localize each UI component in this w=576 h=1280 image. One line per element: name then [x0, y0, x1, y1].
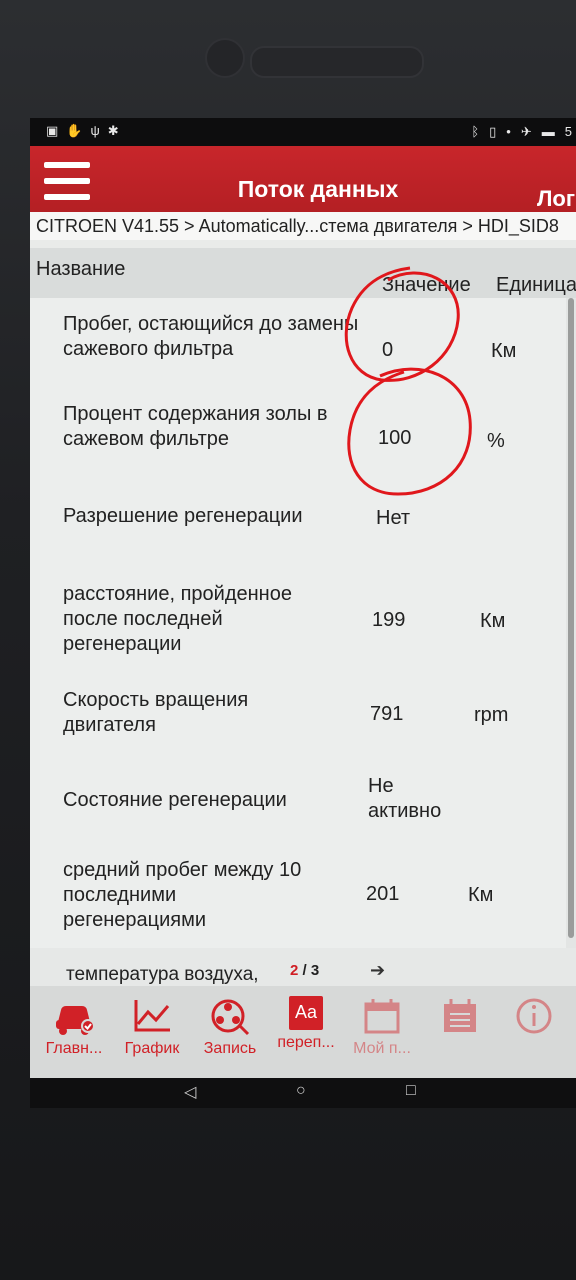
row-value: 100	[378, 427, 412, 449]
usb-icon: ψ	[90, 123, 100, 138]
calendar-icon	[364, 999, 400, 1034]
calendar-list-button[interactable]	[422, 990, 498, 1076]
column-value-header: Значение	[382, 274, 471, 296]
row-value: Нет	[376, 507, 411, 529]
page-title: Поток данных	[237, 176, 399, 202]
row-unit: %	[487, 430, 505, 452]
table-row[interactable]: Состояние регенерации Не активно	[30, 758, 566, 843]
info-button[interactable]	[496, 990, 572, 1076]
front-camera	[205, 38, 245, 78]
row-value: Не активно	[368, 775, 442, 822]
column-name-header: Название	[36, 258, 126, 280]
row-unit: rpm	[474, 704, 509, 726]
row-unit: Км	[491, 340, 517, 362]
home-label: Главн...	[45, 1040, 103, 1057]
table-row[interactable]: средний пробег между 10 последними реген…	[30, 842, 566, 949]
table-row[interactable]: Процент содержания золы в сажевом фильтр…	[30, 388, 566, 479]
row-name: Разрешение регенерации	[63, 505, 303, 527]
home-nav-icon[interactable]: ○	[296, 1082, 306, 1100]
chart-icon	[134, 1000, 170, 1032]
breadcrumb: CITROEN V41.55 > Automatically...стема д…	[30, 212, 576, 240]
calendar-list-icon	[444, 999, 476, 1032]
row-value: 199	[372, 609, 406, 631]
graph-button[interactable]: График	[114, 990, 190, 1076]
column-unit-header: Единица	[496, 274, 576, 296]
row-value: 791	[370, 703, 404, 725]
signal-icon: •	[506, 124, 511, 139]
row-name: Состояние регенерации	[63, 789, 287, 811]
bottom-toolbar: Главн... График Запись Aa переп... Мой п…	[30, 986, 576, 1078]
page-total: / 3	[302, 962, 320, 979]
bluetooth-icon: ᛒ	[471, 124, 480, 139]
info-icon	[516, 998, 552, 1034]
table-header: Название Значение Единица	[30, 248, 576, 298]
image-notification-icon: ▣	[46, 123, 59, 138]
record-label: Запись	[203, 1040, 257, 1057]
battery-icon: ▬	[541, 124, 555, 139]
row-name: Скорость вращения двигателя	[63, 689, 249, 736]
table-row[interactable]: расстояние, пройденное после последней р…	[30, 562, 566, 673]
back-nav-icon[interactable]: ◁	[184, 1082, 196, 1102]
font-size-label: переп...	[277, 1034, 335, 1051]
row-name: температура воздуха,	[66, 964, 259, 985]
page-indicator: 2 / 3	[290, 962, 319, 979]
table-row[interactable]: Скорость вращения двигателя 791 rpm	[30, 672, 566, 759]
status-bar: ▣ ✋ ψ ✱ ᛒ ▯ • ✈ ▬ 5	[30, 118, 576, 146]
earpiece-speaker	[250, 46, 424, 78]
row-name: Процент содержания золы в сажевом фильтр…	[63, 403, 328, 450]
font-size-button[interactable]: Aa переп...	[268, 990, 344, 1076]
battery-text: 5	[564, 124, 572, 139]
recents-nav-icon[interactable]: □	[406, 1082, 416, 1100]
my-report-label: Мой п...	[353, 1040, 411, 1057]
row-value: 0	[382, 339, 394, 361]
record-button[interactable]: Запись	[192, 990, 268, 1076]
record-reel-icon	[211, 999, 250, 1036]
row-value: 201	[366, 883, 400, 905]
table-row[interactable]: Разрешение регенерации Нет	[30, 478, 566, 563]
my-report-button[interactable]: Мой п...	[344, 990, 420, 1076]
graph-label: График	[124, 1040, 180, 1057]
app-screen: ▣ ✋ ψ ✱ ᛒ ▯ • ✈ ▬ 5 Поток данных Лог CIT…	[30, 118, 576, 1108]
log-button[interactable]: Лог	[537, 186, 575, 212]
airplane-mode-icon: ✈	[520, 124, 532, 139]
table-row[interactable]: Пробег, остающийся до замены сажевого фи…	[30, 298, 566, 389]
scrollbar[interactable]	[566, 298, 576, 948]
car-check-icon	[56, 1006, 95, 1035]
row-unit: Км	[480, 610, 506, 632]
phone-bezel: ▣ ✋ ψ ✱ ᛒ ▯ • ✈ ▬ 5 Поток данных Лог CIT…	[0, 0, 576, 1280]
font-size-icon: Aa	[289, 996, 323, 1030]
row-name: Пробег, остающийся до замены сажевого фи…	[63, 313, 359, 360]
home-button[interactable]: Главн...	[36, 990, 112, 1076]
row-name: средний пробег между 10 последними реген…	[63, 859, 302, 931]
hand-notification-icon: ✋	[66, 123, 83, 138]
scroll-thumb[interactable]	[568, 298, 574, 938]
arrow-right-icon: ➔	[370, 960, 386, 980]
vibrate-icon: ▯	[489, 124, 497, 139]
system-nav-bar: ◁ ○ □	[30, 1078, 576, 1108]
page-current: 2	[290, 962, 299, 979]
row-name: расстояние, пройденное после последней р…	[63, 583, 292, 655]
bluetooth-notification-icon: ✱	[107, 123, 119, 138]
row-unit: Км	[468, 884, 494, 906]
